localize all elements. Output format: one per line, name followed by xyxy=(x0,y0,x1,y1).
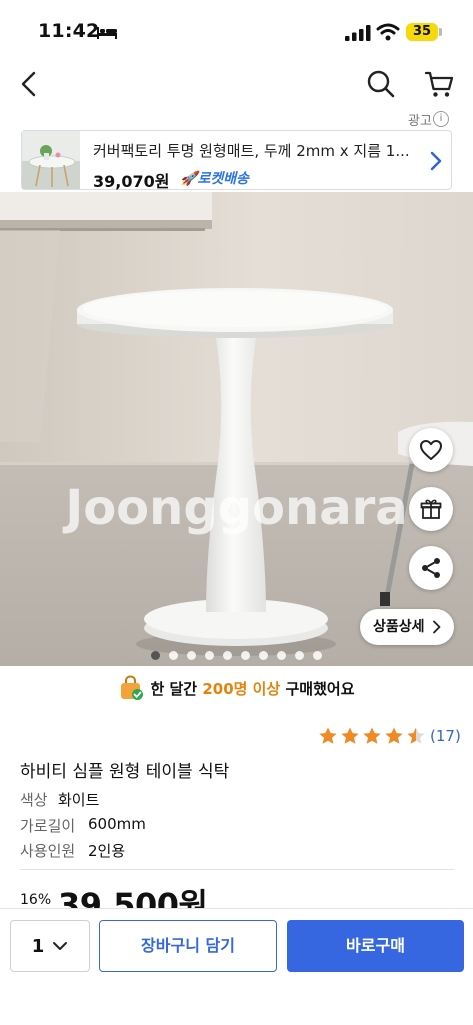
star-icon xyxy=(385,727,403,744)
option-label-width: 가로길이 xyxy=(20,817,76,835)
gift-button[interactable] xyxy=(409,487,453,531)
purchase-stat-prefix: 한 달간 xyxy=(150,679,203,698)
rocket-icon: 🚀 xyxy=(180,171,198,187)
option-label-color: 색상 xyxy=(20,791,48,809)
divider xyxy=(20,869,454,870)
option-value-width: 600mm xyxy=(88,815,146,833)
star-icon xyxy=(319,727,337,744)
watermark: Joonggonara xyxy=(65,480,408,536)
pagination-dot[interactable] xyxy=(313,651,322,660)
ad-label: 광고 xyxy=(408,114,432,129)
quantity-select[interactable]: 1 xyxy=(10,920,90,972)
ad-thumbnail[interactable] xyxy=(22,131,80,189)
pagination-dot[interactable] xyxy=(187,651,196,660)
cart-icon[interactable] xyxy=(424,69,454,99)
star-icon xyxy=(341,727,359,744)
ad-product-title[interactable]: 커버팩토리 투명 원형매트, 두께 2mm x 지름 1... xyxy=(93,140,423,161)
star-icon xyxy=(363,727,381,744)
image-pagination[interactable] xyxy=(0,651,473,660)
discount-rate: 16% xyxy=(20,892,52,908)
review-count[interactable]: (17) xyxy=(430,727,461,745)
pagination-dot[interactable] xyxy=(259,651,268,660)
pagination-dot[interactable] xyxy=(277,651,286,660)
battery-indicator: 35 xyxy=(406,23,438,41)
purchase-stat-highlight: 200명 이상 xyxy=(202,679,281,698)
info-icon[interactable]: i xyxy=(433,111,449,127)
rocket-delivery-badge: 🚀로켓배송 xyxy=(180,168,249,188)
product-image[interactable] xyxy=(0,192,473,666)
buy-now-button[interactable]: 바로구매 xyxy=(287,920,464,972)
shopping-bag-icon xyxy=(121,675,144,700)
purchase-stat-suffix: 구매했어요 xyxy=(280,679,355,698)
pagination-dot[interactable] xyxy=(151,651,160,660)
battery-cap xyxy=(439,28,442,36)
option-label-capacity: 사용인원 xyxy=(20,842,76,860)
rating-stars[interactable] xyxy=(318,726,426,746)
share-button[interactable] xyxy=(409,546,453,590)
quantity-value: 1 xyxy=(31,935,45,957)
pagination-dot[interactable] xyxy=(205,651,214,660)
rocket-delivery-label: 로켓배송 xyxy=(197,171,249,187)
share-icon xyxy=(422,558,440,578)
product-title: 하비티 심플 원형 테이블 식탁 xyxy=(20,762,230,782)
pagination-dot[interactable] xyxy=(295,651,304,660)
wishlist-button[interactable] xyxy=(409,428,453,472)
search-icon[interactable] xyxy=(366,69,396,99)
heart-icon xyxy=(420,440,442,460)
wifi-icon xyxy=(376,23,400,41)
option-value-color: 화이트 xyxy=(58,791,100,809)
cellular-signal-icon xyxy=(345,25,371,41)
sleep-focus-icon xyxy=(97,27,117,39)
product-detail-button[interactable]: 상품상세 xyxy=(360,609,454,645)
back-arrow-icon[interactable] xyxy=(18,70,40,98)
option-value-capacity: 2인용 xyxy=(88,842,126,860)
pagination-dot[interactable] xyxy=(169,651,178,660)
ad-price: 39,070원 xyxy=(93,172,170,191)
gift-icon xyxy=(420,499,442,519)
chevron-down-icon xyxy=(53,942,68,950)
status-time: 11:42 xyxy=(38,20,100,42)
chevron-right-icon[interactable] xyxy=(428,150,444,172)
star-icon xyxy=(407,727,425,744)
pagination-dot[interactable] xyxy=(241,651,250,660)
product-detail-label: 상품상세 xyxy=(373,619,425,635)
pagination-dot[interactable] xyxy=(223,651,232,660)
purchase-stat: 한 달간 200명 이상 구매했어요 xyxy=(0,675,473,701)
add-to-cart-button[interactable]: 장바구니 담기 xyxy=(99,920,277,972)
chevron-right-icon xyxy=(433,620,441,634)
